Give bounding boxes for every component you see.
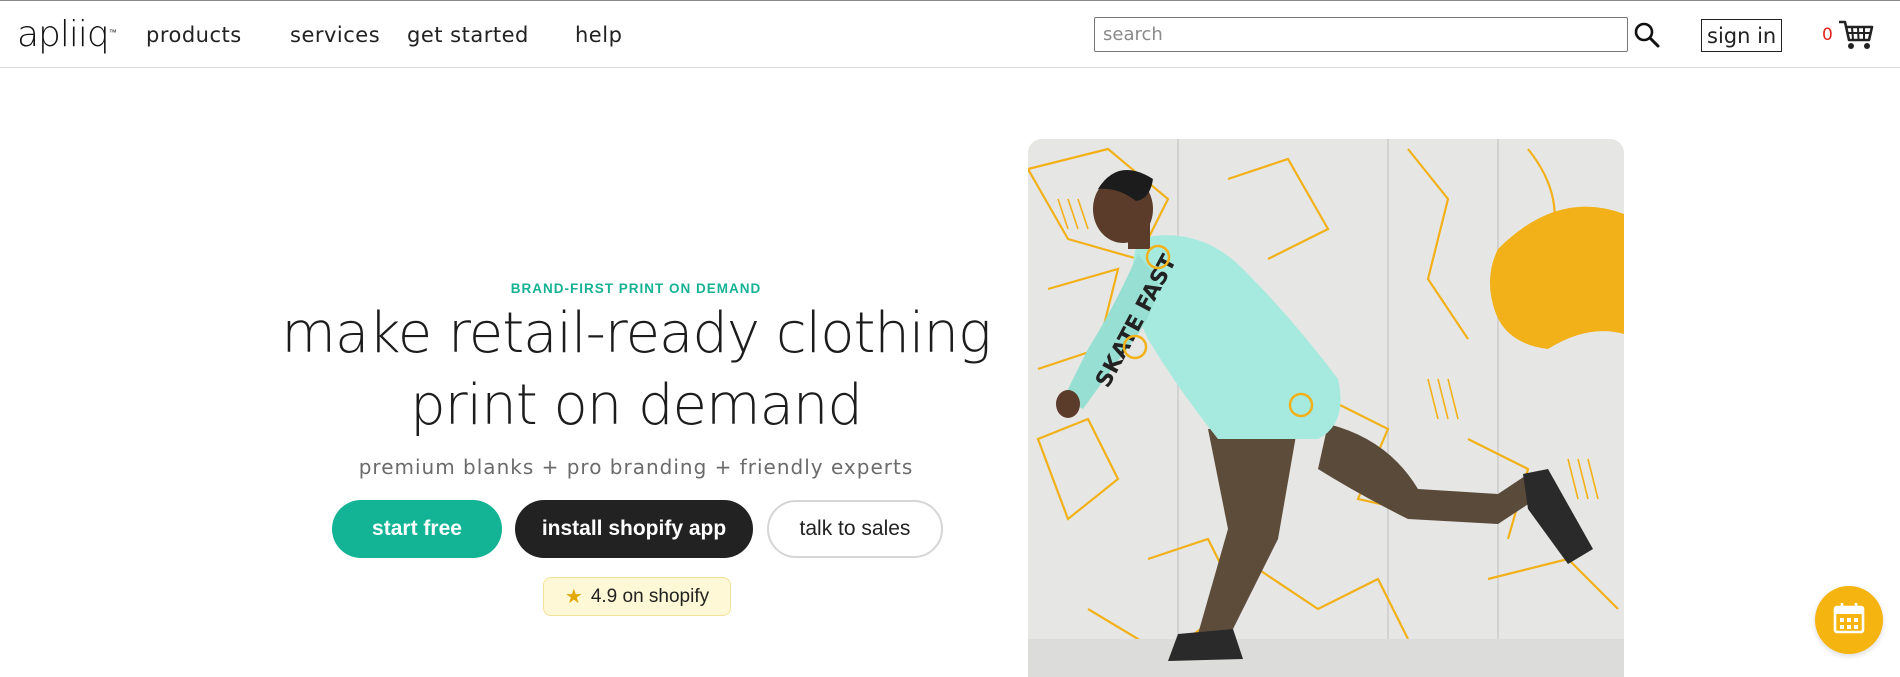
start-free-button[interactable]: start free — [332, 500, 502, 558]
logo-text: apliiq — [17, 14, 110, 55]
star-icon: ★ — [564, 586, 583, 608]
logo-trademark: ™ — [108, 28, 117, 37]
nav-help[interactable]: help — [575, 23, 622, 47]
search-input[interactable] — [1094, 17, 1628, 52]
talk-to-sales-button[interactable]: talk to sales — [767, 500, 943, 558]
calendar-icon — [1832, 601, 1866, 639]
shopify-rating-badge: ★ 4.9 on shopify — [543, 577, 731, 616]
search-icon[interactable] — [1633, 21, 1661, 49]
cart-count: 0 — [1822, 25, 1833, 45]
install-shopify-app-button[interactable]: install shopify app — [515, 500, 753, 558]
apliiq-logo[interactable]: apliiq™ — [17, 7, 117, 63]
nav-services[interactable]: services — [290, 23, 380, 47]
hero-skater-image: SKATE FAST — [1028, 139, 1624, 677]
rating-text: 4.9 on shopify — [590, 585, 710, 607]
schedule-call-button[interactable] — [1815, 586, 1883, 654]
nav-get-started[interactable]: get started — [407, 23, 529, 47]
sign-in-button[interactable]: sign in — [1701, 19, 1783, 52]
top-navigation-bar: apliiq™ products services get started he… — [0, 0, 1900, 68]
cart-icon[interactable] — [1838, 19, 1874, 51]
nav-products[interactable]: products — [146, 23, 242, 47]
